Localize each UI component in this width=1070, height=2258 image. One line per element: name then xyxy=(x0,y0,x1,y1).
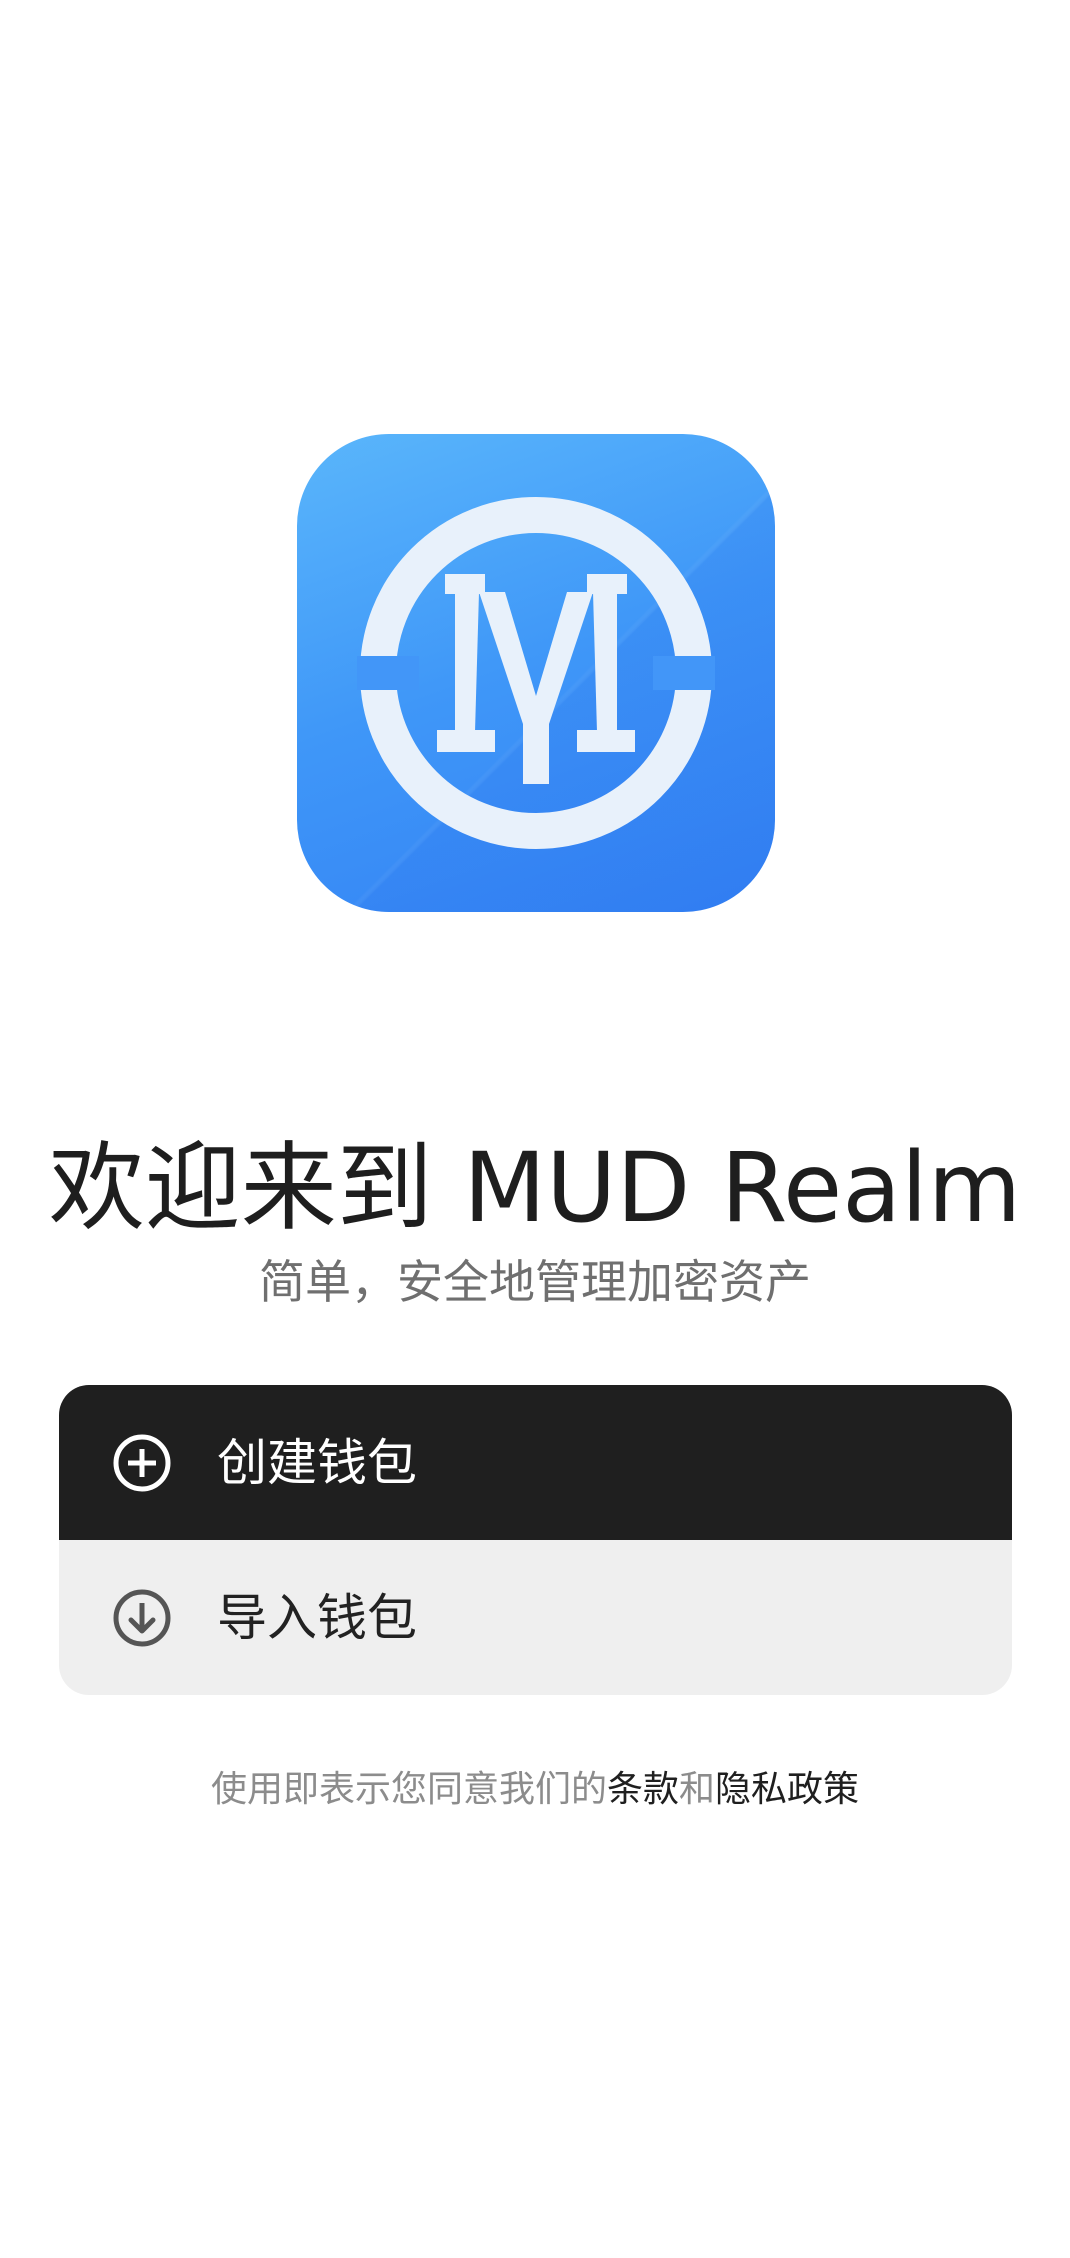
import-wallet-button[interactable]: 导入钱包 xyxy=(59,1540,1012,1695)
privacy-policy-link[interactable]: 隐私政策 xyxy=(715,1769,859,1810)
wallet-actions: 创建钱包 导入钱包 xyxy=(59,1385,1012,1695)
terms-link[interactable]: 条款 xyxy=(607,1769,679,1810)
app-logo xyxy=(297,434,775,912)
plus-circle-icon xyxy=(113,1434,171,1491)
welcome-subtitle: 简单，安全地管理加密资产 xyxy=(259,1255,811,1309)
mud-realm-logo-icon xyxy=(297,434,775,912)
download-circle-icon xyxy=(113,1589,171,1646)
import-wallet-label: 导入钱包 xyxy=(217,1588,417,1647)
terms-prefix: 使用即表示您同意我们的 xyxy=(210,1769,607,1810)
welcome-title: 欢迎来到 MUD Realm xyxy=(48,1132,1022,1244)
terms-notice: 使用即表示您同意我们的条款和隐私政策 xyxy=(0,1765,1070,1815)
terms-conjunction: 和 xyxy=(679,1769,716,1810)
create-wallet-label: 创建钱包 xyxy=(217,1433,417,1492)
create-wallet-button[interactable]: 创建钱包 xyxy=(59,1385,1012,1540)
